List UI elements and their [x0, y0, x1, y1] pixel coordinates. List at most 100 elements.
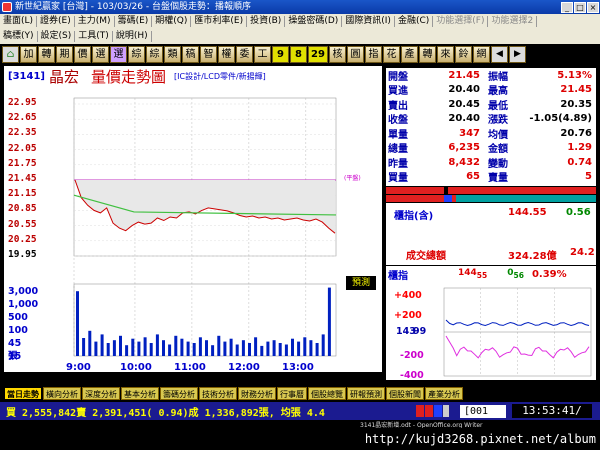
- breadth-line: [445, 335, 590, 359]
- toolbar-button[interactable]: 8: [290, 46, 307, 63]
- toolbar-button[interactable]: 綜: [146, 46, 163, 63]
- quote-row: 單量 347 均價 20.76: [386, 126, 596, 141]
- toolbar-button[interactable]: 期: [56, 46, 73, 63]
- toolbar-button[interactable]: 核: [329, 46, 346, 63]
- index-panel: 櫃指(含) 144.55 0.56 成交總額 324.28億 24.2: [386, 203, 596, 265]
- menu-item[interactable]: 功能選擇2: [488, 16, 538, 27]
- window-controls: _ □ ×: [561, 1, 599, 13]
- otc-tick: -400: [400, 370, 424, 381]
- menu-item[interactable]: 證券(E): [37, 16, 75, 27]
- time-tick: 11:00: [174, 362, 206, 373]
- menu-item[interactable]: 籌碼(E): [115, 16, 153, 27]
- analysis-tab[interactable]: 個股總覽: [308, 387, 346, 400]
- analysis-tab[interactable]: 行事曆: [277, 387, 307, 400]
- toolbar-button[interactable]: 轉: [38, 46, 55, 63]
- volume-bar: [260, 345, 264, 356]
- toolbar-button[interactable]: 來: [437, 46, 454, 63]
- analysis-tab[interactable]: 深度分析: [82, 387, 120, 400]
- toolbar-button[interactable]: 9: [272, 46, 289, 63]
- time-tick: 9:00: [66, 362, 91, 373]
- menu-item[interactable]: 匯市利率(E): [191, 16, 248, 27]
- menu-item[interactable]: 說明(H): [113, 31, 152, 42]
- minimize-icon[interactable]: _: [561, 1, 573, 13]
- toolbar-button[interactable]: 轉: [419, 46, 436, 63]
- toolbar-button[interactable]: 價: [74, 46, 91, 63]
- low-label: 最低: [488, 100, 508, 112]
- toolbar-button[interactable]: 工: [254, 46, 271, 63]
- analysis-tab[interactable]: 橫向分析: [43, 387, 81, 400]
- next-icon[interactable]: ▶: [509, 46, 526, 63]
- otc-canvas[interactable]: [386, 266, 596, 380]
- volume-bar: [168, 344, 172, 356]
- volume-value: 6,235: [448, 142, 480, 154]
- home-icon[interactable]: ⌂: [2, 46, 19, 63]
- quote-row: 買進 20.40 最高 21.45: [386, 83, 596, 97]
- menu-row-1: 畫面(L) 證券(E) 主力(M) 籌碼(E) 期權(Q) 匯市利率(E) 投資(B) 操盤密…: [0, 14, 600, 29]
- menu-item[interactable]: 投資(B): [247, 16, 286, 27]
- reference-label: (平盤): [344, 175, 361, 182]
- price-tick: 22.65: [8, 112, 37, 124]
- toolbar-button[interactable]: 加: [20, 46, 37, 63]
- analysis-tab[interactable]: 籌碼分析: [160, 387, 198, 400]
- volume-bar: [112, 340, 116, 356]
- status-bar: 買 2,555,842賣 2,391,451( 0.94)成 1,336,892…: [0, 402, 600, 420]
- close-value: 20.40: [448, 113, 480, 125]
- volume-bar: [125, 345, 129, 356]
- analysis-tab[interactable]: 技術分析: [199, 387, 237, 400]
- index-change: 0.56: [566, 207, 591, 218]
- toolbar-button[interactable]: 稿: [182, 46, 199, 63]
- quote-panel: 開盤 21.45 振幅 5.13% 買進 20.40 最高 21.45 賣出 2…: [386, 68, 596, 186]
- prev-icon[interactable]: ◀: [491, 46, 508, 63]
- bid-value: 20.40: [448, 84, 480, 96]
- analysis-tab[interactable]: 研報預測: [347, 387, 385, 400]
- chart-canvas[interactable]: [4, 66, 382, 372]
- volume-bar: [297, 341, 301, 356]
- menu-item[interactable]: 設定(S): [38, 31, 76, 42]
- volume-bar: [174, 335, 178, 356]
- analysis-tab[interactable]: 個股新聞: [386, 387, 424, 400]
- price-tick: 21.15: [8, 188, 37, 200]
- analysis-tab[interactable]: 產業分析: [425, 387, 463, 400]
- analysis-tab[interactable]: 財務分析: [238, 387, 276, 400]
- code-input[interactable]: [001: [460, 404, 506, 418]
- toolbar-button[interactable]: 選: [110, 46, 127, 63]
- analysis-tab[interactable]: 當日走勢: [4, 387, 42, 400]
- toolbar-button[interactable]: 綜: [128, 46, 145, 63]
- ask-label: 賣出: [388, 100, 408, 112]
- amount-value: 1.29: [567, 142, 592, 154]
- menu-item[interactable]: 國際資訊(I): [342, 16, 395, 27]
- toolbar-button[interactable]: 產: [401, 46, 418, 63]
- volume-bar: [291, 338, 294, 356]
- toolbar-button[interactable]: 鈴: [455, 46, 472, 63]
- toolbar-button[interactable]: 委: [236, 46, 253, 63]
- toolbar-button[interactable]: 圓: [347, 46, 364, 63]
- menu-item[interactable]: 功能選擇(F): [433, 16, 489, 27]
- menu-item[interactable]: 工具(T): [75, 31, 113, 42]
- volume-unit: 張: [8, 351, 18, 362]
- menu-item[interactable]: 金融(C): [395, 16, 434, 27]
- menu-item[interactable]: 稿標(Y): [0, 31, 38, 42]
- menu-item[interactable]: 期權(Q): [152, 16, 192, 27]
- toolbar-button[interactable]: 選: [92, 46, 109, 63]
- maximize-icon[interactable]: □: [574, 1, 586, 13]
- volume-bar: [162, 340, 165, 356]
- predict-button[interactable]: 預測: [346, 276, 376, 290]
- toolbar-button[interactable]: 花: [383, 46, 400, 63]
- price-tick: 20.25: [8, 233, 37, 245]
- volume-bar: [315, 343, 319, 356]
- close-icon[interactable]: ×: [587, 1, 599, 13]
- toolbar-button[interactable]: 網: [473, 46, 490, 63]
- app-icon: [2, 2, 12, 12]
- volume-bar: [106, 343, 110, 356]
- toolbar-button[interactable]: 29: [308, 46, 328, 63]
- analysis-tab[interactable]: 基本分析: [121, 387, 159, 400]
- menu-item[interactable]: 主力(M): [75, 16, 115, 27]
- turnover-value: 324.28億: [508, 251, 557, 262]
- menu-item[interactable]: 畫面(L): [0, 16, 38, 27]
- toolbar-button[interactable]: 權: [218, 46, 235, 63]
- toolbar-button[interactable]: 類: [164, 46, 181, 63]
- toolbar-button[interactable]: 指: [365, 46, 382, 63]
- toolbar-button[interactable]: 智: [200, 46, 217, 63]
- volume-bar: [155, 334, 159, 356]
- menu-item[interactable]: 操盤密碼(D): [285, 16, 343, 27]
